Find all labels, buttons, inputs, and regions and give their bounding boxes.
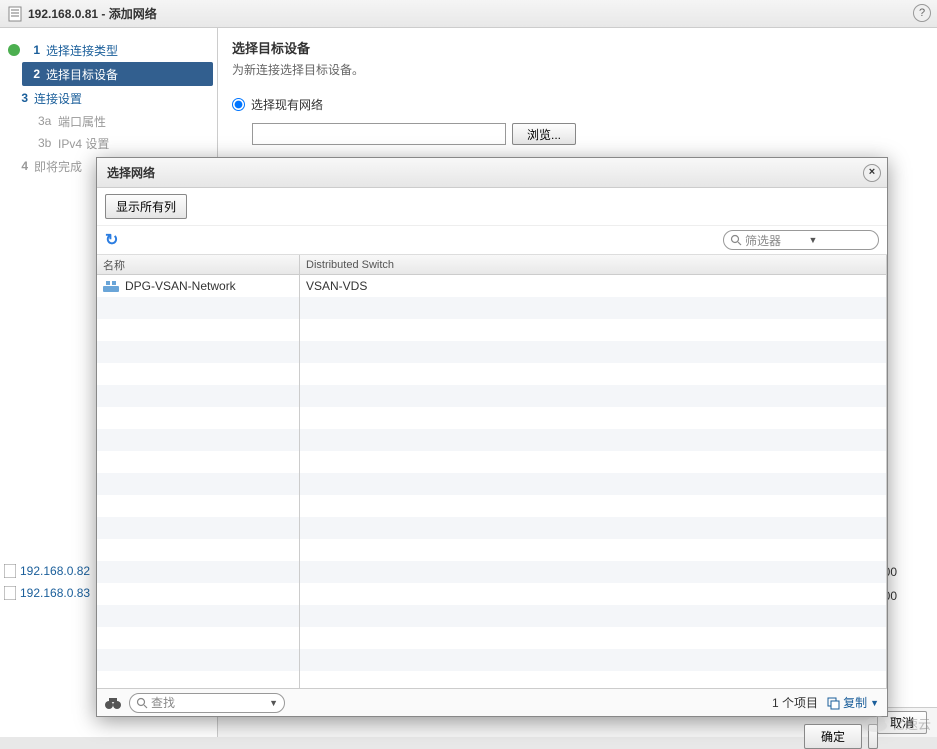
search-icon <box>136 697 148 709</box>
column-header-name[interactable]: 名称 <box>97 255 299 275</box>
window-title: 192.168.0.81 - 添加网络 <box>28 5 157 22</box>
table-row[interactable]: VSAN-VDS <box>300 275 886 297</box>
dialog-title-bar: 选择网络 × <box>97 158 887 188</box>
search-icon <box>730 234 742 246</box>
dialog-toolbar2: ↻ 筛选器 ▼ <box>97 226 887 255</box>
refresh-icon[interactable]: ↻ <box>105 230 118 250</box>
item-count: 1 个项目 <box>772 694 818 711</box>
radio-input[interactable] <box>232 98 245 111</box>
row-name: DPG-VSAN-Network <box>125 279 236 293</box>
radio-label: 选择现有网络 <box>251 96 323 113</box>
select-network-dialog: 选择网络 × 显示所有列 ↻ 筛选器 ▼ 名称 DPG-VSAN-Network… <box>96 157 888 717</box>
portgroup-icon <box>103 280 119 292</box>
wizard-substep-3b: 3b IPv4 设置 <box>0 132 217 154</box>
copy-button[interactable]: 复制 ▼ <box>826 694 879 711</box>
cloud-icon <box>862 715 888 733</box>
title-bar: 192.168.0.81 - 添加网络 ? <box>0 0 937 28</box>
host-icon <box>8 6 22 22</box>
panel-subtext: 为新连接选择目标设备。 <box>232 61 923 78</box>
close-button[interactable]: × <box>863 164 881 182</box>
table-row[interactable]: DPG-VSAN-Network <box>97 275 299 297</box>
filter-box[interactable]: 筛选器 ▼ <box>723 230 879 250</box>
radio-existing-network[interactable]: 选择现有网络 <box>232 96 923 113</box>
browse-button[interactable]: 浏览... <box>512 123 576 145</box>
background-host-list: 192.168.0.82 192.168.0.83 <box>4 560 90 604</box>
grid-col-name: 名称 DPG-VSAN-Network <box>97 255 300 688</box>
bg-host-row[interactable]: 192.168.0.82 <box>4 560 90 582</box>
binoculars-icon[interactable] <box>105 696 121 710</box>
dialog-footer: 查找 ▼ 1 个项目 复制 ▼ <box>97 688 887 716</box>
wizard-step-3: 3 连接设置 <box>0 86 217 110</box>
grid-col-ds: Distributed Switch VSAN-VDS <box>300 255 887 688</box>
chevron-down-icon[interactable]: ▼ <box>269 698 278 708</box>
column-header-ds[interactable]: Distributed Switch <box>300 255 886 275</box>
filter-placeholder: 筛选器 <box>745 232 809 249</box>
row-ds: VSAN-VDS <box>306 279 367 293</box>
host-icon <box>4 564 16 578</box>
dialog-title: 选择网络 <box>107 164 155 181</box>
bg-host-row[interactable]: 192.168.0.83 <box>4 582 90 604</box>
wizard-step-1[interactable]: 1 选择连接类型 <box>0 38 217 62</box>
wizard-substep-3a: 3a 端口属性 <box>0 110 217 132</box>
network-grid: 名称 DPG-VSAN-Network Distributed Switch V… <box>97 255 887 688</box>
search-placeholder: 查找 <box>151 694 175 711</box>
wizard-step-2[interactable]: 2 选择目标设备 <box>22 62 213 86</box>
dialog-action-bar: 确定 <box>96 720 888 749</box>
network-input[interactable] <box>252 123 506 145</box>
panel-heading: 选择目标设备 <box>232 38 923 57</box>
copy-icon <box>826 696 840 710</box>
chevron-down-icon[interactable]: ▼ <box>809 235 873 245</box>
help-button[interactable]: ? <box>913 4 931 22</box>
host-icon <box>4 586 16 600</box>
show-all-columns-button[interactable]: 显示所有列 <box>105 194 187 219</box>
dialog-toolbar: 显示所有列 <box>97 188 887 226</box>
chevron-down-icon: ▼ <box>870 698 879 708</box>
search-box[interactable]: 查找 ▼ <box>129 693 285 713</box>
watermark: 亿速云 <box>862 714 931 733</box>
